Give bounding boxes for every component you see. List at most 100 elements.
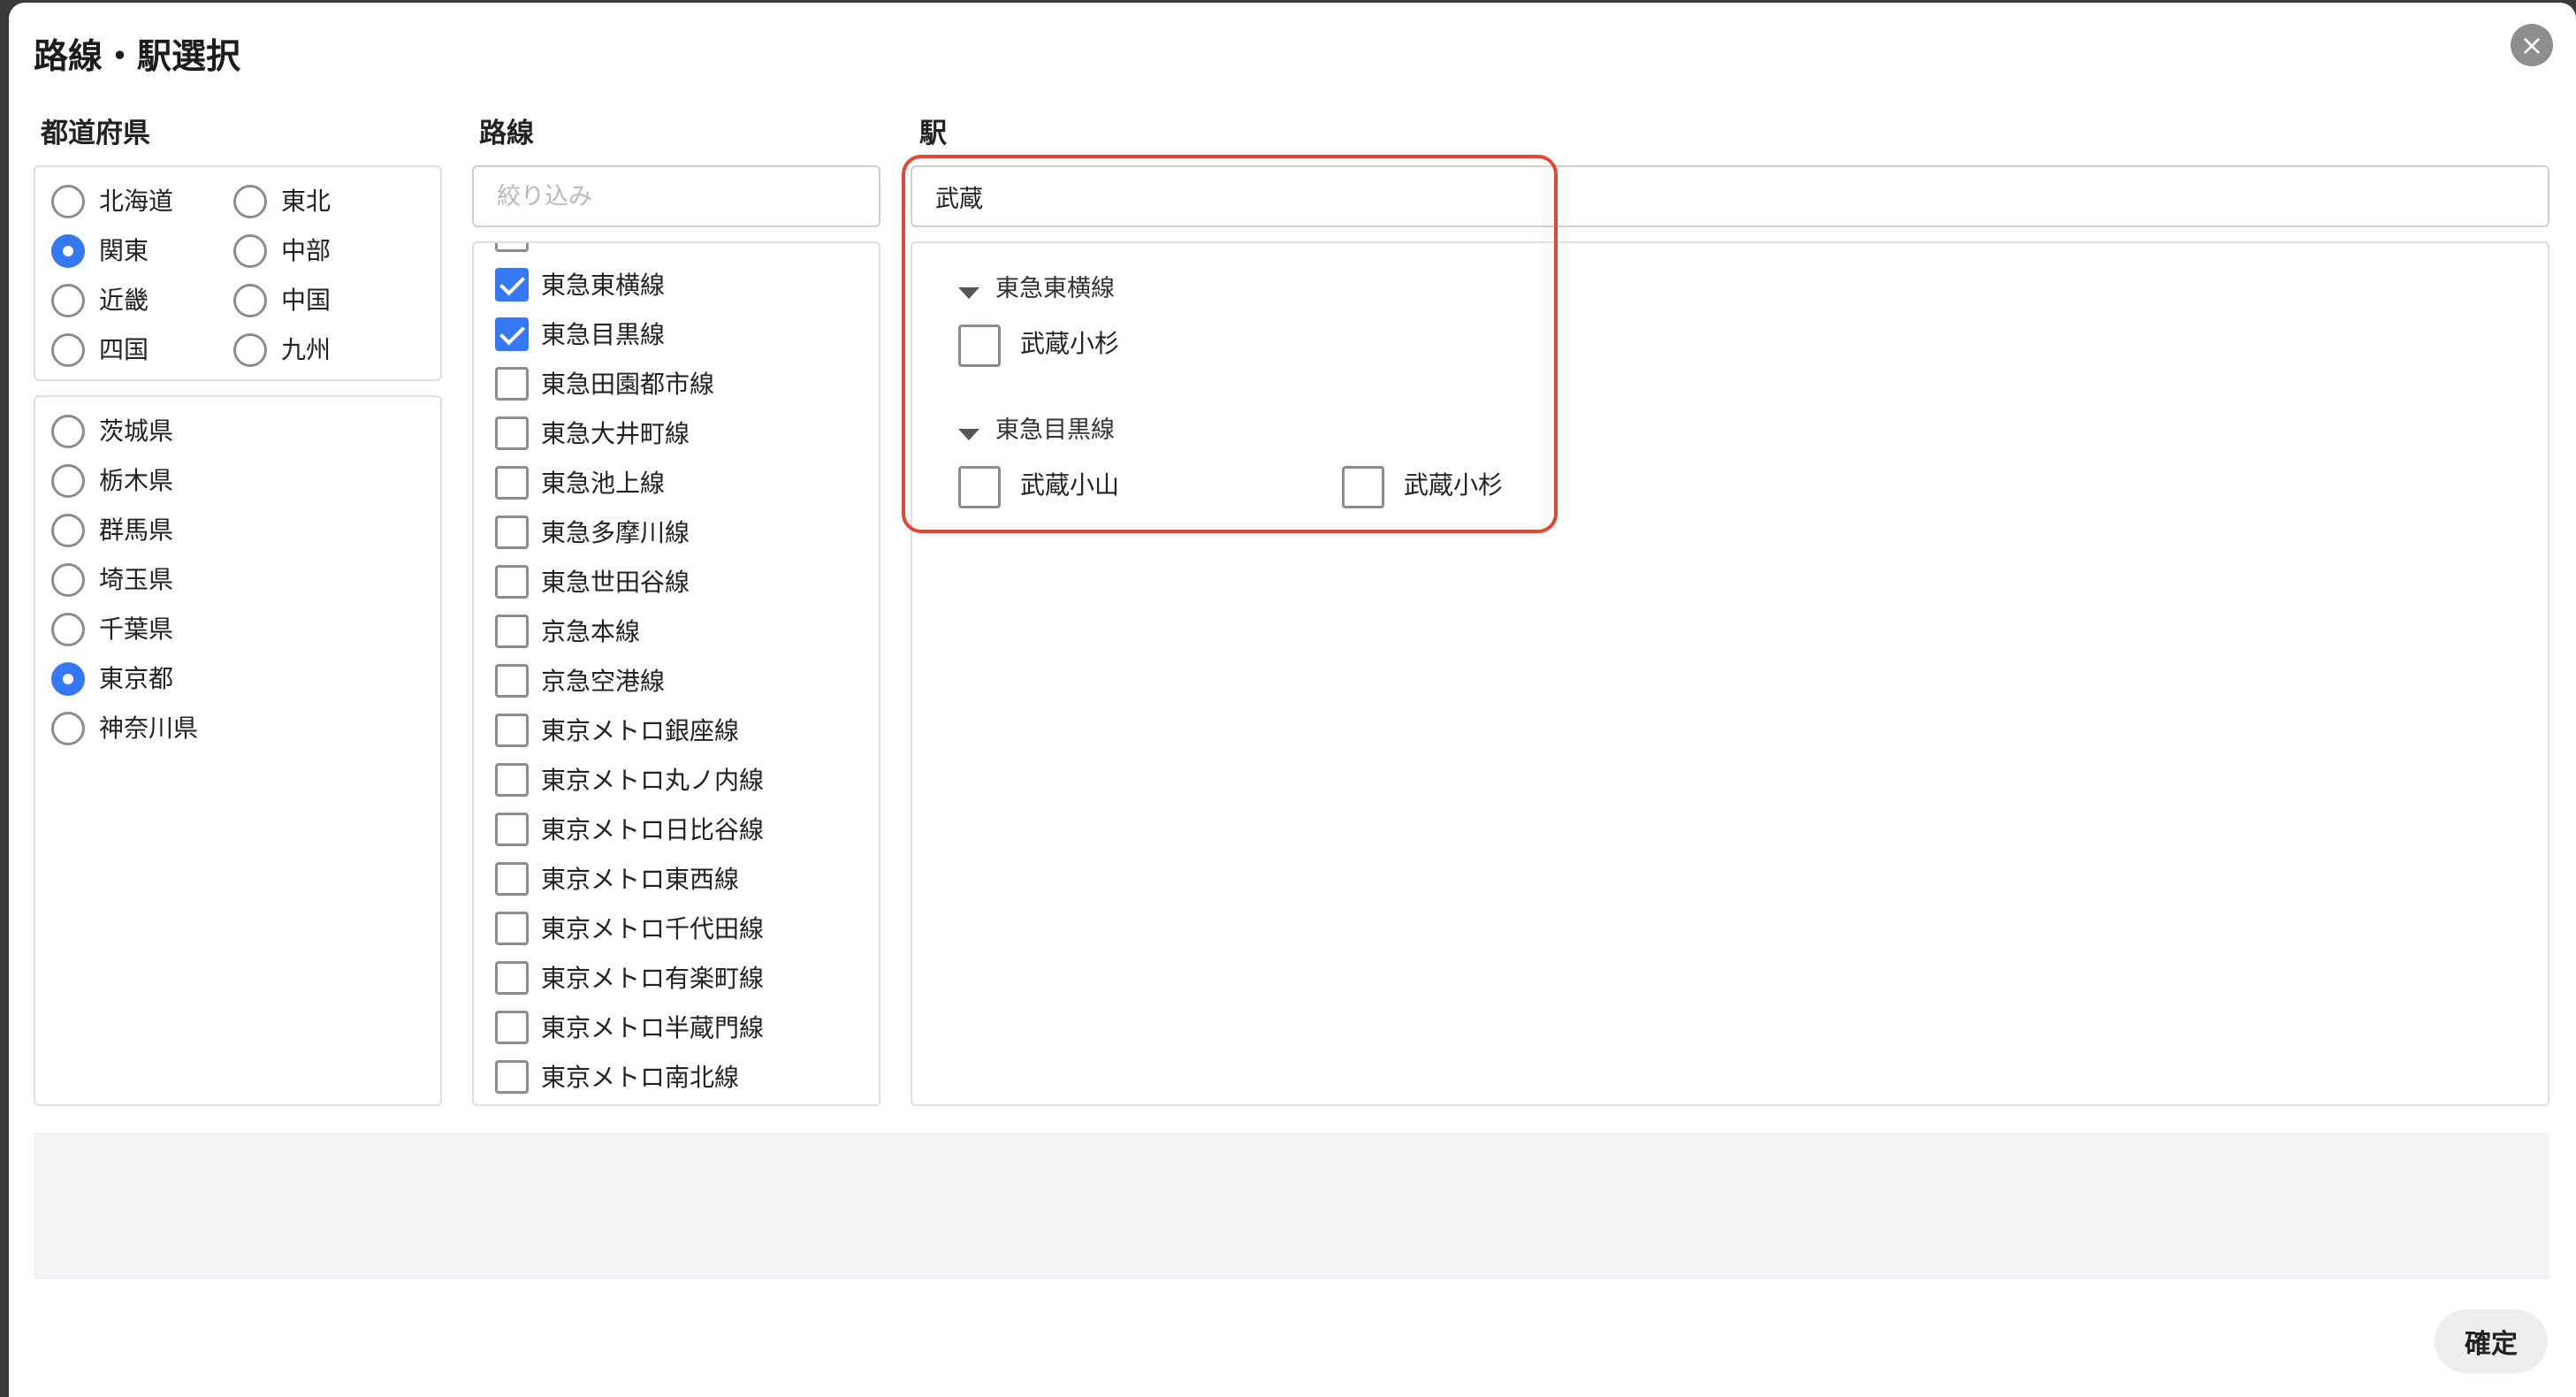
prefecture-label: 神奈川県 — [99, 714, 199, 743]
caret-down-icon[interactable] — [958, 287, 979, 299]
route-checkbox[interactable] — [495, 763, 529, 797]
region-radio-selected[interactable] — [51, 234, 85, 268]
route-item[interactable]: 東急田園都市線 — [477, 360, 889, 409]
route-item[interactable]: 東急多摩川線 — [477, 508, 889, 558]
dialog-title: 路線・駅選択 — [34, 37, 241, 77]
route-item[interactable]: 東京メトロ有楽町線 — [477, 954, 889, 1004]
region-label: 北海道 — [99, 187, 174, 216]
prefecture-radio[interactable] — [51, 613, 85, 646]
route-checkbox[interactable] — [495, 1011, 529, 1044]
route-item[interactable]: 東急大井町線 — [477, 409, 889, 459]
station-group-title[interactable]: 東急目黒線 — [995, 413, 1115, 448]
region-radio[interactable] — [233, 234, 267, 268]
route-checkbox[interactable] — [495, 367, 529, 401]
station-group-title[interactable]: 東急東横線 — [995, 271, 1115, 307]
route-label: 東急池上線 — [541, 469, 666, 498]
route-label: 東急大井町線 — [541, 419, 690, 448]
prefecture-radio[interactable] — [51, 712, 85, 745]
route-checkbox[interactable] — [495, 961, 529, 995]
prefecture-radio[interactable] — [51, 563, 85, 597]
prefecture-label: 茨城県 — [99, 416, 174, 446]
prefecture-radio[interactable] — [51, 514, 85, 547]
region-radio[interactable] — [233, 185, 267, 218]
region-radio[interactable] — [51, 284, 85, 317]
route-checkbox-checked[interactable] — [495, 317, 529, 351]
route-checkbox[interactable] — [495, 1060, 529, 1094]
route-item[interactable]: 東京メトロ日比谷線 — [477, 805, 889, 855]
route-item[interactable]: 東京メトロ半蔵門線 — [477, 1004, 889, 1053]
route-column-label: 路線 — [479, 118, 534, 149]
close-icon[interactable]: × — [2511, 24, 2553, 66]
station-label: 武蔵小杉 — [1020, 329, 1120, 358]
route-label: 東急世田谷線 — [541, 568, 690, 597]
route-item[interactable]: 東急世田谷線 — [477, 558, 889, 607]
station-checkbox[interactable] — [958, 324, 1001, 367]
route-label: 東京メトロ東西線 — [541, 865, 740, 894]
route-checkbox[interactable] — [495, 565, 529, 599]
route-checkbox[interactable] — [495, 862, 529, 896]
region-label: 中国 — [281, 286, 332, 315]
prefecture-label: 千葉県 — [99, 615, 174, 644]
route-item[interactable]: 東京メトロ銀座線 — [477, 706, 889, 756]
route-item[interactable]: 京急空港線 — [477, 657, 889, 706]
region-radio[interactable] — [51, 333, 85, 367]
prefecture-label: 東京都 — [99, 664, 174, 693]
confirm-button[interactable]: 確定 — [2435, 1309, 2548, 1373]
region-box: 北海道 東北 関東 中部 近畿 中国 四国 九州 — [34, 165, 442, 381]
station-checkbox[interactable] — [958, 466, 1001, 508]
route-label: 東急多摩川線 — [541, 518, 690, 547]
route-checkbox[interactable] — [495, 416, 529, 450]
route-item[interactable]: 東急目黒線 — [477, 310, 889, 360]
route-label: 東京メトロ半蔵門線 — [541, 1013, 765, 1042]
region-label: 九州 — [281, 335, 332, 364]
route-checkbox[interactable] — [495, 515, 529, 549]
route-checkbox[interactable] — [495, 912, 529, 945]
route-label: 東京メトロ有楽町線 — [541, 964, 765, 993]
route-checkbox[interactable] — [495, 664, 529, 698]
route-checkbox[interactable] — [495, 714, 529, 747]
route-item[interactable]: 東急池上線 — [477, 459, 889, 508]
route-checkbox[interactable] — [495, 813, 529, 846]
station-checkbox[interactable] — [1342, 466, 1384, 508]
prefecture-label: 栃木県 — [99, 466, 174, 495]
prefecture-radio[interactable] — [51, 464, 85, 498]
route-label: 東京メトロ千代田線 — [541, 914, 765, 943]
route-filter-input[interactable] — [472, 165, 880, 227]
prefecture-radio[interactable] — [51, 415, 85, 448]
route-item[interactable]: 東京メトロ東西線 — [477, 855, 889, 905]
prefecture-box: 茨城県 栃木県 群馬県 埼玉県 千葉県 東京都 神奈川県 — [34, 395, 442, 1106]
route-item-partial[interactable] — [477, 243, 889, 261]
route-label: 東京メトロ南北線 — [541, 1063, 740, 1092]
route-item[interactable]: 東京メトロ南北線 — [477, 1053, 889, 1103]
prefecture-column-label: 都道府県 — [41, 118, 150, 149]
caret-down-icon[interactable] — [958, 429, 979, 440]
station-column-label: 駅 — [919, 118, 947, 149]
station-list-box: 東急東横線 武蔵小杉 東急目黒線 武蔵小山 武蔵小杉 — [911, 241, 2549, 1106]
route-label: 東京メトロ丸ノ内線 — [541, 766, 765, 795]
route-label: 京急本線 — [541, 617, 641, 646]
region-label: 関東 — [99, 236, 149, 265]
route-checkbox[interactable] — [495, 243, 529, 252]
background-window-edge — [0, 0, 9, 1397]
prefecture-radio-selected[interactable] — [51, 662, 85, 696]
region-radio[interactable] — [51, 185, 85, 218]
route-list[interactable]: 東急東横線 東急目黒線 東急田園都市線 東急大井町線 東急池上線 東急多摩川線 … — [477, 243, 889, 1106]
route-item[interactable]: 東京メトロ千代田線 — [477, 905, 889, 954]
region-radio[interactable] — [233, 284, 267, 317]
route-item[interactable]: 東京メトロ丸ノ内線 — [477, 756, 889, 805]
station-filter-input[interactable] — [911, 165, 2549, 227]
prefecture-label: 埼玉県 — [99, 565, 174, 594]
route-checkbox[interactable] — [495, 466, 529, 500]
route-item[interactable]: 京急本線 — [477, 607, 889, 657]
station-label: 武蔵小山 — [1020, 470, 1120, 500]
route-item[interactable]: 東急東横線 — [477, 261, 889, 310]
route-checkbox[interactable] — [495, 615, 529, 648]
region-radio[interactable] — [233, 333, 267, 367]
region-label: 四国 — [99, 335, 149, 364]
route-label: 東急田園都市線 — [541, 370, 715, 399]
route-label: 京急空港線 — [541, 667, 666, 696]
prefecture-label: 群馬県 — [99, 515, 174, 545]
route-checkbox-checked[interactable] — [495, 268, 529, 302]
region-label: 東北 — [281, 187, 332, 216]
route-label: 東京メトロ銀座線 — [541, 716, 740, 745]
